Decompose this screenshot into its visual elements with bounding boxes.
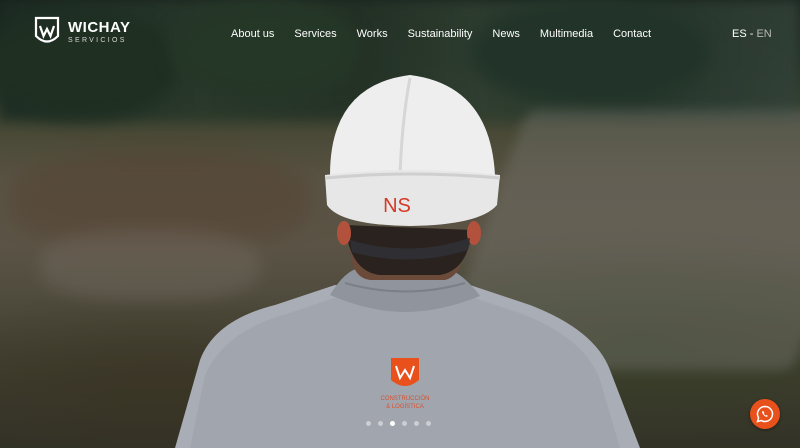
slider-dot[interactable] xyxy=(414,421,419,426)
slider-dot[interactable] xyxy=(426,421,431,426)
brand-logo[interactable]: WICHAY SERVICIOS xyxy=(34,16,130,48)
slider-dot[interactable] xyxy=(402,421,407,426)
language-switcher: ES - EN xyxy=(732,28,772,40)
nav-sustainability[interactable]: Sustainability xyxy=(408,28,473,40)
slider-dot[interactable] xyxy=(378,421,383,426)
slider-dot[interactable] xyxy=(366,421,371,426)
whatsapp-button[interactable] xyxy=(750,399,780,429)
nav-about-us[interactable]: About us xyxy=(231,28,274,40)
lang-es[interactable]: ES xyxy=(732,28,747,40)
whatsapp-icon xyxy=(756,405,774,423)
shirt-badge-icon xyxy=(391,358,419,386)
slider-dot-active[interactable] xyxy=(390,421,395,426)
nav-contact[interactable]: Contact xyxy=(613,28,651,40)
nav-news[interactable]: News xyxy=(492,28,520,40)
shirt-badge-line1: CONSTRUCCIÓN xyxy=(381,395,430,402)
slider-dots xyxy=(366,421,431,426)
brand-name: WICHAY xyxy=(68,19,131,36)
shield-logo-icon xyxy=(34,16,60,43)
helmet-initials: NS xyxy=(383,195,411,217)
top-navigation: WICHAY SERVICIOS About us Services Works… xyxy=(0,0,800,70)
lang-en[interactable]: EN xyxy=(756,28,771,40)
nav-services[interactable]: Services xyxy=(294,28,336,40)
main-menu: About us Services Works Sustainability N… xyxy=(231,28,671,40)
brand-tagline: SERVICIOS xyxy=(68,37,127,44)
shirt-badge-line2: & LOGÍSTICA xyxy=(386,403,424,410)
nav-works[interactable]: Works xyxy=(357,28,388,40)
lang-separator: - xyxy=(746,28,757,40)
nav-multimedia[interactable]: Multimedia xyxy=(540,28,593,40)
